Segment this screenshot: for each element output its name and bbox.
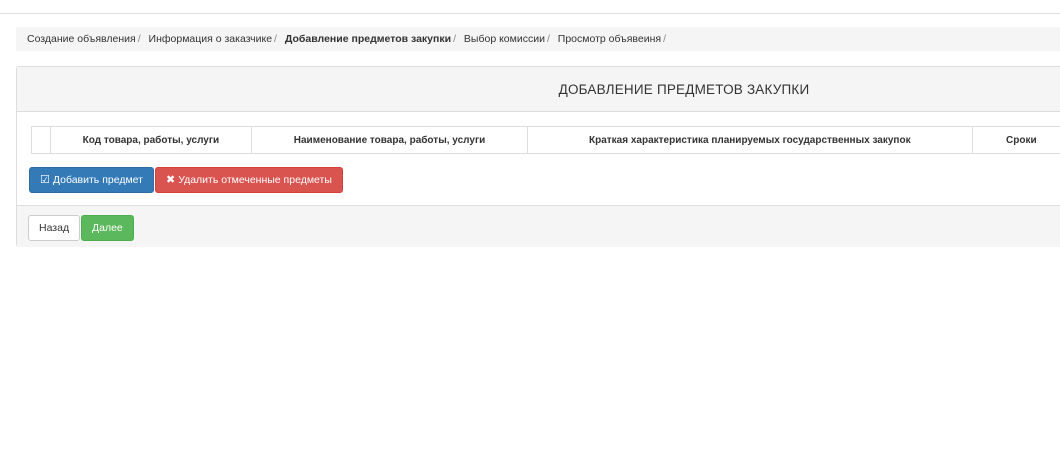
table-header-row: Код товара, работы, услуги Наименование … xyxy=(31,126,1060,154)
breadcrumb-separator: / xyxy=(546,33,550,45)
add-item-button[interactable]: ☑ Добавить предмет xyxy=(29,167,154,193)
next-button[interactable]: Далее xyxy=(81,215,134,241)
column-header-description: Краткая характеристика планируемых госуд… xyxy=(526,126,973,154)
column-header-name: Наименование товара, работы, услуги xyxy=(251,126,528,154)
add-item-label: Добавить предмет xyxy=(52,174,143,186)
delete-selected-label: Удалить отмеченные предметы xyxy=(178,174,332,186)
delete-selected-button[interactable]: ✖ Удалить отмеченные предметы xyxy=(155,167,343,193)
close-icon: ✖ xyxy=(166,174,176,186)
breadcrumb-item-customer-info[interactable]: Информация о заказчике xyxy=(149,33,273,45)
back-button[interactable]: Назад xyxy=(28,215,81,241)
items-table-wrapper: Код товара, работы, услуги Наименование … xyxy=(31,126,1060,154)
column-header-code: Код товара, работы, услуги xyxy=(49,126,253,154)
breadcrumb-separator: / xyxy=(137,33,141,45)
check-square-icon: ☑ xyxy=(40,174,50,186)
panel-title: ДОБАВЛЕНИЕ ПРЕДМЕТОВ ЗАКУПКИ xyxy=(17,67,1060,112)
column-header-select xyxy=(31,126,51,154)
breadcrumb-item-preview[interactable]: Просмотр объявеиня xyxy=(558,33,661,45)
column-header-term: Сроки xyxy=(971,126,1060,154)
top-navbar xyxy=(0,0,1060,14)
breadcrumb-separator: / xyxy=(453,33,456,45)
breadcrumb: Создание объявления / Информация о заказч… xyxy=(16,27,1060,51)
breadcrumb-item-add-items: Добавление предметов закупки xyxy=(284,33,452,45)
breadcrumb-item-commission[interactable]: Выбор комиссии xyxy=(464,33,545,45)
breadcrumb-separator: / xyxy=(274,33,277,45)
breadcrumb-separator: / xyxy=(663,33,666,45)
breadcrumb-item-create[interactable]: Создание объявления xyxy=(27,33,136,45)
items-table: Код товара, работы, услуги Наименование … xyxy=(31,126,1060,154)
procurement-items-panel: ДОБАВЛЕНИЕ ПРЕДМЕТОВ ЗАКУПКИ Код товара,… xyxy=(16,66,1060,247)
panel-footer: Назад Далее xyxy=(17,205,1060,247)
